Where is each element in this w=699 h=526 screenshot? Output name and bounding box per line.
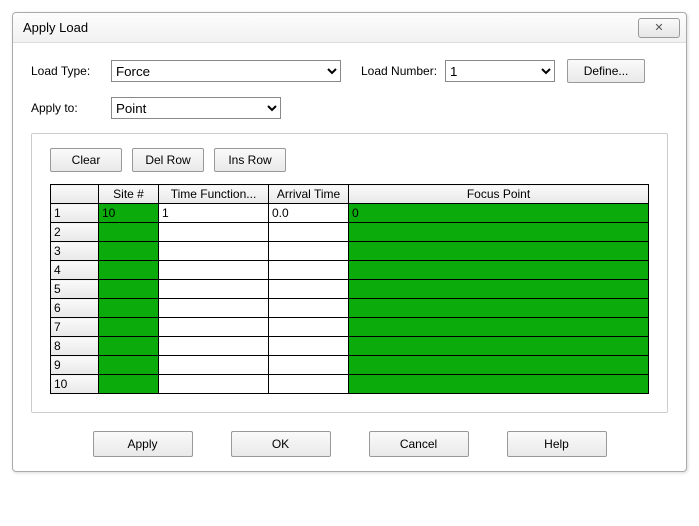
cell-time-function[interactable] xyxy=(159,242,269,261)
table-row[interactable]: 10 xyxy=(51,375,649,394)
del-row-button[interactable]: Del Row xyxy=(132,148,204,172)
cell-arrival-time[interactable] xyxy=(269,242,349,261)
cancel-button[interactable]: Cancel xyxy=(369,431,469,457)
cell-time-function[interactable] xyxy=(159,356,269,375)
cell-focus-point[interactable] xyxy=(349,375,649,394)
table-row[interactable]: 4 xyxy=(51,261,649,280)
titlebar: Apply Load ✕ xyxy=(13,13,686,43)
row-number: 3 xyxy=(51,242,99,261)
col-corner xyxy=(51,185,99,204)
close-button[interactable]: ✕ xyxy=(638,18,680,38)
ok-button[interactable]: OK xyxy=(231,431,331,457)
ins-row-button[interactable]: Ins Row xyxy=(214,148,286,172)
cell-arrival-time[interactable] xyxy=(269,299,349,318)
cell-time-function[interactable]: 1 xyxy=(159,204,269,223)
col-focus-point: Focus Point xyxy=(349,185,649,204)
row-load-type: Load Type: Force Load Number: 1 Define..… xyxy=(31,59,668,83)
cell-arrival-time[interactable] xyxy=(269,356,349,375)
cell-focus-point[interactable] xyxy=(349,299,649,318)
cell-arrival-time[interactable] xyxy=(269,375,349,394)
row-apply-to: Apply to: Point xyxy=(31,97,668,119)
cell-site[interactable] xyxy=(99,299,159,318)
table-row[interactable]: 5 xyxy=(51,280,649,299)
row-number: 7 xyxy=(51,318,99,337)
window-title: Apply Load xyxy=(23,20,88,35)
row-number: 1 xyxy=(51,204,99,223)
table-buttons: Clear Del Row Ins Row xyxy=(50,148,649,172)
cell-arrival-time[interactable] xyxy=(269,261,349,280)
cell-arrival-time[interactable] xyxy=(269,223,349,242)
table-row[interactable]: 8 xyxy=(51,337,649,356)
row-number: 8 xyxy=(51,337,99,356)
cell-arrival-time[interactable] xyxy=(269,337,349,356)
load-table[interactable]: Site # Time Function... Arrival Time Foc… xyxy=(50,184,649,394)
cell-focus-point[interactable] xyxy=(349,242,649,261)
col-arrival-time: Arrival Time xyxy=(269,185,349,204)
cell-site[interactable] xyxy=(99,223,159,242)
row-number: 10 xyxy=(51,375,99,394)
cell-site[interactable] xyxy=(99,318,159,337)
cell-time-function[interactable] xyxy=(159,261,269,280)
cell-time-function[interactable] xyxy=(159,223,269,242)
cell-time-function[interactable] xyxy=(159,337,269,356)
col-site: Site # xyxy=(99,185,159,204)
load-type-select[interactable]: Force xyxy=(111,60,341,82)
table-row[interactable]: 9 xyxy=(51,356,649,375)
row-number: 4 xyxy=(51,261,99,280)
table-row[interactable]: 11010.00 xyxy=(51,204,649,223)
cell-focus-point[interactable]: 0 xyxy=(349,204,649,223)
cell-site[interactable] xyxy=(99,261,159,280)
cell-site[interactable] xyxy=(99,356,159,375)
cell-focus-point[interactable] xyxy=(349,318,649,337)
cell-site[interactable] xyxy=(99,375,159,394)
cell-site[interactable] xyxy=(99,242,159,261)
cell-site[interactable] xyxy=(99,280,159,299)
table-row[interactable]: 7 xyxy=(51,318,649,337)
header-row: Site # Time Function... Arrival Time Foc… xyxy=(51,185,649,204)
table-row[interactable]: 2 xyxy=(51,223,649,242)
table-row[interactable]: 3 xyxy=(51,242,649,261)
row-number: 5 xyxy=(51,280,99,299)
footer-buttons: Apply OK Cancel Help xyxy=(31,431,668,457)
load-type-label: Load Type: xyxy=(31,64,111,78)
cell-site[interactable] xyxy=(99,337,159,356)
apply-button[interactable]: Apply xyxy=(93,431,193,457)
row-number: 2 xyxy=(51,223,99,242)
cell-focus-point[interactable] xyxy=(349,223,649,242)
dialog-content: Load Type: Force Load Number: 1 Define..… xyxy=(13,43,686,471)
cell-focus-point[interactable] xyxy=(349,280,649,299)
cell-focus-point[interactable] xyxy=(349,356,649,375)
cell-time-function[interactable] xyxy=(159,318,269,337)
cell-time-function[interactable] xyxy=(159,299,269,318)
cell-focus-point[interactable] xyxy=(349,337,649,356)
cell-time-function[interactable] xyxy=(159,280,269,299)
define-button[interactable]: Define... xyxy=(567,59,645,83)
apply-to-label: Apply to: xyxy=(31,101,111,115)
table-group: Clear Del Row Ins Row Site # Time Functi… xyxy=(31,133,668,413)
cell-focus-point[interactable] xyxy=(349,261,649,280)
clear-button[interactable]: Clear xyxy=(50,148,122,172)
close-icon: ✕ xyxy=(654,21,663,34)
row-number: 9 xyxy=(51,356,99,375)
cell-arrival-time[interactable]: 0.0 xyxy=(269,204,349,223)
apply-load-dialog: Apply Load ✕ Load Type: Force Load Numbe… xyxy=(12,12,687,472)
load-number-select[interactable]: 1 xyxy=(445,60,555,82)
cell-arrival-time[interactable] xyxy=(269,318,349,337)
cell-time-function[interactable] xyxy=(159,375,269,394)
col-time-function: Time Function... xyxy=(159,185,269,204)
cell-site[interactable]: 10 xyxy=(99,204,159,223)
load-number-label: Load Number: xyxy=(361,64,437,78)
table-row[interactable]: 6 xyxy=(51,299,649,318)
row-number: 6 xyxy=(51,299,99,318)
cell-arrival-time[interactable] xyxy=(269,280,349,299)
help-button[interactable]: Help xyxy=(507,431,607,457)
apply-to-select[interactable]: Point xyxy=(111,97,281,119)
